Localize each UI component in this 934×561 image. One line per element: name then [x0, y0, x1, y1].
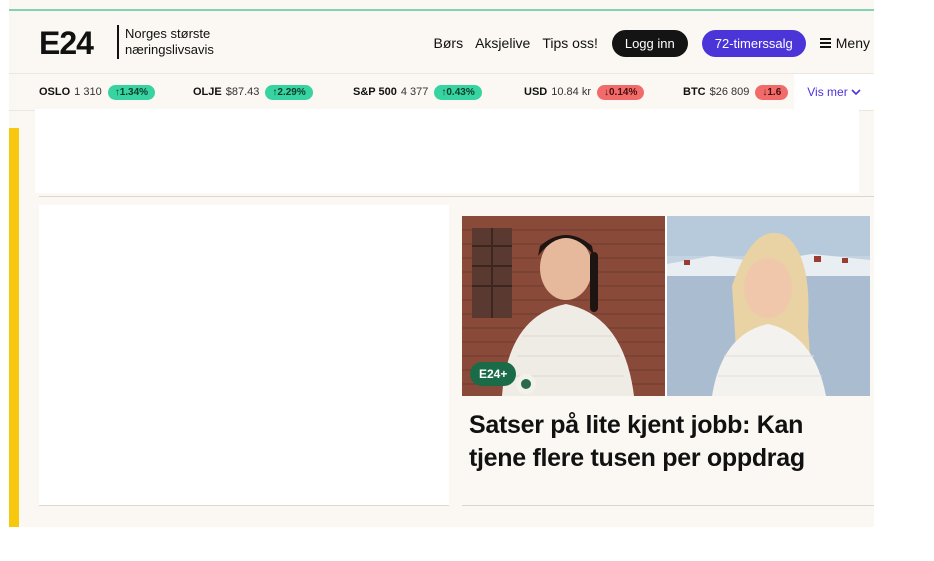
ticker-item-oslo[interactable]: OSLO 1 310 ↑1.34% [39, 83, 156, 101]
premium-badge: E24+ [470, 362, 517, 386]
tagline-line-1: Norges største [125, 26, 211, 41]
ticker-change-badge: ↑1.34% [107, 84, 156, 100]
ticker-name: OSLO [39, 86, 71, 98]
nav-bors[interactable]: Børs [434, 35, 464, 51]
nav-tips-oss[interactable]: Tips oss! [542, 35, 598, 51]
ticker-change-badge: ↓1.6 [755, 84, 789, 100]
side-banner[interactable] [9, 128, 19, 527]
menu-button[interactable]: Meny [819, 35, 870, 51]
show-more-label: Vis mer [807, 85, 848, 99]
section-divider [462, 505, 874, 506]
menu-label: Meny [835, 35, 870, 51]
ticker-name: USD [524, 86, 548, 98]
top-nav: Børs Aksjelive Tips oss! Logg inn 72-tim… [422, 29, 874, 57]
page: E24 Norges største næringslivsavis Børs … [9, 0, 874, 527]
ticker-change-badge: ↓0.14% [596, 84, 645, 100]
ticker-name: S&P 500 [353, 86, 397, 98]
logo-divider [117, 25, 119, 59]
ticker-value: $87.43 [225, 86, 260, 98]
hamburger-icon [819, 36, 831, 50]
ticker-item-btc[interactable]: BTC $26 809 ↓1.6 [683, 83, 789, 101]
ticker-item-olje[interactable]: OLJE $87.43 ↑2.29% [193, 83, 313, 101]
ticker-name: OLJE [193, 86, 222, 98]
ticker-value: 1 310 [74, 86, 102, 98]
show-more-button[interactable]: Vis mer [794, 74, 874, 110]
chevron-down-icon [851, 89, 861, 96]
side-banner-gap [19, 128, 25, 527]
ticker-change-badge: ↑2.29% [265, 84, 313, 100]
article-headline[interactable]: Satser på lite kjent jobb: Kan tjene fle… [469, 409, 864, 475]
ad-placeholder [35, 109, 859, 193]
login-button[interactable]: Logg inn [611, 29, 688, 57]
ticker-value: 4 377 [400, 86, 429, 98]
article-card[interactable]: E24+ Satser på lite kjent jobb: Kan tjen… [462, 216, 870, 498]
sale-button[interactable]: 72-timerssalg [701, 29, 806, 57]
site-header: E24 Norges største næringslivsavis Børs … [9, 11, 874, 73]
article-image[interactable]: E24+ [462, 216, 870, 396]
section-divider [39, 505, 449, 506]
e24-logo[interactable]: E24 [39, 27, 94, 59]
nav-aksjelive[interactable]: Aksjelive [475, 35, 530, 51]
tagline: Norges største næringslivsavis [125, 26, 245, 58]
tagline-line-2: næringslivsavis [125, 42, 214, 57]
market-ticker: OSLO 1 310 ↑1.34% OLJE $87.43 ↑2.29% S&P… [9, 73, 874, 111]
ticker-item-usd[interactable]: USD 10.84 kr ↓0.14% [524, 83, 645, 101]
ticker-value: $26 809 [709, 86, 750, 98]
ticker-change-badge: ↑0.43% [434, 84, 482, 100]
article-photo [462, 216, 870, 396]
ticker-value: 10.84 kr [551, 86, 591, 98]
section-divider [39, 196, 874, 197]
ticker-item-sp500[interactable]: S&P 500 4 377 ↑0.43% [353, 83, 482, 101]
ticker-name: BTC [683, 86, 706, 98]
empty-article-slot [39, 205, 449, 505]
